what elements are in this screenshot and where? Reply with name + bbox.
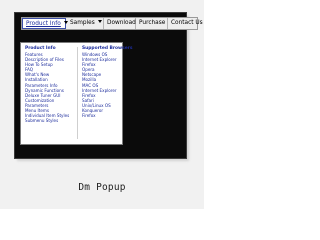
product-info-dropdown: Product Info Features Description of Fil… (20, 42, 132, 145)
dropdown-link[interactable]: Firefox (82, 113, 132, 118)
dropdown-link[interactable]: Submenu Styles (25, 118, 69, 123)
menu-bar: Product Info Samples Download Purchase C… (21, 17, 203, 30)
product-info-column: Product Info Features Description of Fil… (25, 46, 69, 123)
menu-item-contact-us[interactable]: Contact Us (168, 18, 203, 29)
menu-item-label: Contact Us (171, 20, 203, 26)
preview-screen: Product Info Samples Download Purchase C… (14, 12, 203, 159)
menu-item-label: Download (107, 20, 136, 26)
menu-item-label: Product Info (26, 21, 61, 27)
menu-item-label: Purchase (139, 20, 166, 26)
menu-item-download[interactable]: Download (104, 18, 136, 29)
menu-item-purchase[interactable]: Purchase (136, 18, 168, 29)
menu-item-label: Samples (70, 20, 95, 26)
chevron-down-icon (97, 20, 102, 23)
dropdown-link[interactable]: Dynamic Functions (25, 88, 69, 93)
image-caption: Dm Popup (78, 182, 126, 193)
supported-browsers-column: Supported Browsers Windows OS Internet E… (82, 46, 132, 118)
image-frame: Product Info Samples Download Purchase C… (0, 0, 204, 209)
menu-item-product-info[interactable]: Product Info (22, 18, 68, 29)
column-divider (77, 47, 78, 139)
menu-item-samples[interactable]: Samples (67, 18, 104, 29)
